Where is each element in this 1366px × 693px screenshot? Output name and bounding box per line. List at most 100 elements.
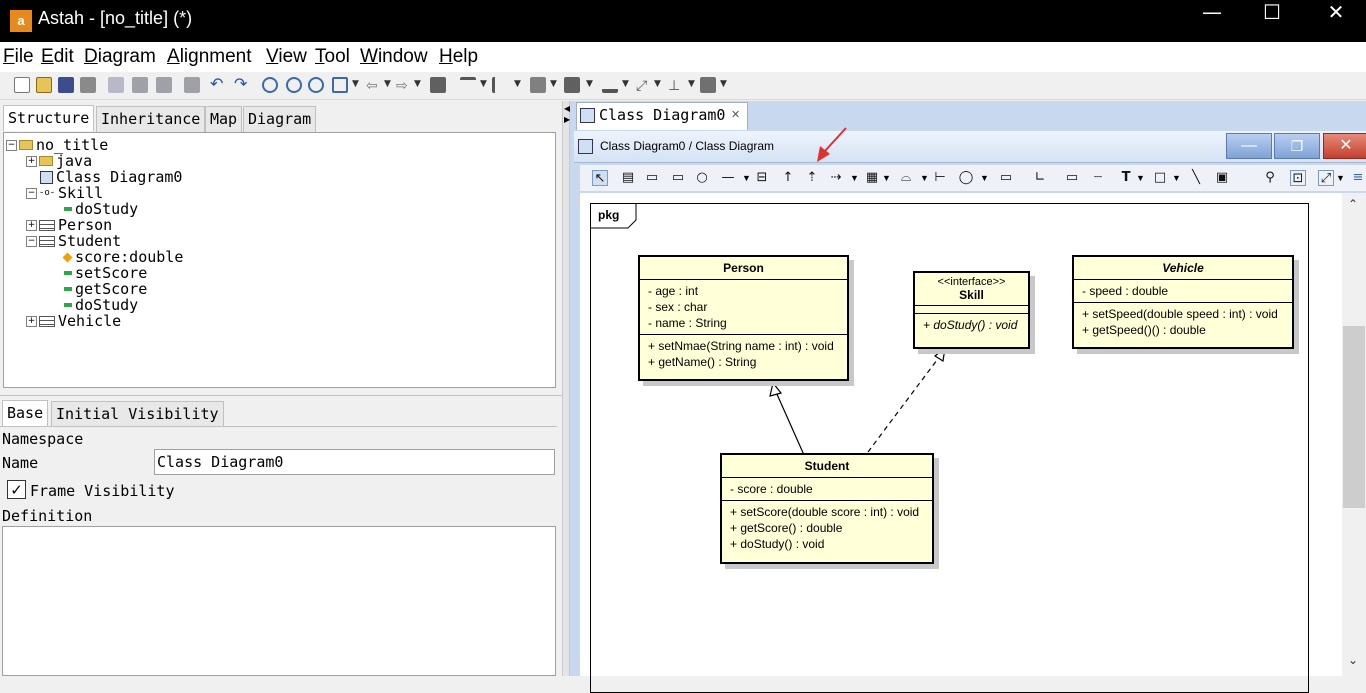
dependency-tool-icon[interactable]: ⇢ (828, 170, 844, 186)
vertical-scrollbar[interactable]: ⌃ ⌄ (1342, 193, 1366, 676)
frame-visibility-checkbox[interactable]: ✓ (7, 480, 26, 499)
snap-tool-icon[interactable]: ⊡ (1290, 170, 1306, 186)
menu-view[interactable]: View (266, 46, 307, 68)
order-icon[interactable] (530, 77, 546, 93)
note-tool-icon[interactable]: ▭ (1064, 170, 1080, 186)
maximize-button[interactable]: ☐ (1242, 0, 1302, 42)
association-class-tool-icon[interactable]: ⊟ (754, 170, 770, 186)
boundary-tool-icon[interactable]: ⊢ (932, 170, 948, 186)
tree-item-class-diagram0[interactable]: Class Diagram0 (40, 169, 182, 185)
tab-inheritance[interactable]: Inheritance (96, 106, 206, 132)
clipboard-icon[interactable] (184, 77, 200, 93)
inner-close-button[interactable]: ✕ (1323, 133, 1366, 159)
class-vehicle[interactable]: Vehicle - speed : double + setSpeed(doub… (1072, 255, 1294, 349)
diagram-canvas[interactable]: pkg Person - age : int - sex : char - na… (580, 193, 1342, 693)
collapse-icon[interactable]: − (6, 139, 17, 151)
inner-restore-button[interactable]: ❐ (1274, 133, 1320, 159)
tab-map[interactable]: Map (205, 106, 243, 132)
minimize-button[interactable]: — (1182, 0, 1242, 42)
note-line-tool-icon[interactable]: ┈ (1090, 170, 1106, 186)
class-tool-icon[interactable]: ▤ (620, 170, 636, 186)
close-tab-icon[interactable]: ✕ (731, 108, 740, 121)
print-icon[interactable] (80, 77, 96, 93)
rectangle-dropdown-icon[interactable]: ▼ (1172, 173, 1181, 183)
tab-structure[interactable]: Structure (3, 105, 95, 131)
inner-minimize-button[interactable]: — (1226, 133, 1272, 159)
collapse-icon[interactable]: − (26, 235, 37, 247)
note-anchor-tool-icon[interactable]: ∟ (1032, 170, 1048, 186)
panel-splitter[interactable]: ◀ ▶ (562, 101, 570, 676)
control-dropdown-icon[interactable]: ▼ (980, 173, 989, 183)
tree-item-vehicle[interactable]: + Vehicle (26, 313, 121, 329)
save-icon[interactable] (58, 77, 74, 93)
fit-window-icon[interactable] (332, 77, 348, 93)
line-style-icon[interactable]: ⤢ (636, 77, 652, 93)
expand-icon[interactable]: + (26, 155, 37, 167)
tab-class-diagram0[interactable]: Class Diagram0 ✕ (576, 102, 748, 130)
menu-edit[interactable]: Edit (41, 46, 74, 68)
required-interface-dropdown-icon[interactable]: ▼ (920, 173, 929, 183)
menu-tool[interactable]: Tool (315, 46, 350, 68)
package-tool-icon[interactable]: ▭ (644, 170, 660, 186)
back-dropdown-icon[interactable]: ▼ (384, 79, 391, 89)
align-top-dropdown-icon[interactable]: ▼ (480, 79, 487, 89)
select-tool-icon[interactable]: ↖ (592, 170, 608, 186)
collapse-icon[interactable]: − (26, 187, 37, 199)
grid-dropdown-icon[interactable]: ▼ (720, 79, 727, 89)
text-tool-icon[interactable]: T (1118, 170, 1134, 186)
table-dropdown-icon[interactable]: ▼ (882, 173, 891, 183)
image-tool-icon[interactable]: ▣ (1214, 170, 1230, 186)
tree-item-skill[interactable]: − -o- Skill (26, 185, 103, 201)
line-style-dropdown-icon[interactable]: ▼ (654, 79, 661, 89)
tree-item-skill-dostudy[interactable]: doStudy (64, 201, 138, 217)
interface-tool-icon[interactable]: ○ (694, 170, 710, 186)
align-left-dropdown-icon[interactable]: ▼ (514, 79, 521, 89)
interface-skill[interactable]: <<interface>> Skill + doStudy() : void (913, 271, 1030, 349)
name-field[interactable]: Class Diagram0 (154, 449, 555, 475)
layout-icon[interactable] (430, 77, 446, 93)
menu-help[interactable]: Help (439, 46, 478, 68)
line-mode-dropdown-icon[interactable]: ▼ (1336, 173, 1345, 183)
paste-special-icon[interactable] (156, 77, 172, 93)
scroll-down-icon[interactable]: ⌄ (1348, 653, 1358, 667)
table-tool-icon[interactable]: ▦ (864, 170, 880, 186)
zoom-dropdown-icon[interactable]: ▼ (352, 79, 359, 89)
grid-icon[interactable] (700, 77, 716, 93)
scroll-up-icon[interactable]: ⌃ (1348, 197, 1358, 211)
scrollbar-thumb[interactable] (1343, 326, 1365, 508)
menu-window[interactable]: Window (360, 46, 428, 68)
copy-icon[interactable] (108, 77, 124, 93)
redo-icon[interactable]: ↷ (234, 77, 250, 93)
generalization-tool-icon[interactable]: ↑ (780, 170, 796, 186)
tree-item-setscore[interactable]: setScore (64, 265, 147, 281)
text-dropdown-icon[interactable]: ▼ (1136, 173, 1145, 183)
association-dropdown-icon[interactable]: ▼ (742, 173, 751, 183)
new-file-icon[interactable] (14, 77, 30, 93)
menu-alignment[interactable]: Alignment (167, 46, 252, 68)
align-left-icon[interactable] (492, 77, 508, 93)
fill-color-dropdown-icon[interactable]: ▼ (586, 79, 593, 89)
forward-dropdown-icon[interactable]: ▼ (414, 79, 421, 89)
menu-diagram[interactable]: Diagram (84, 46, 156, 68)
paste-icon[interactable] (132, 77, 148, 93)
rectangle-tool-icon[interactable]: □ (1152, 170, 1168, 186)
undo-icon[interactable]: ↶ (210, 77, 226, 93)
back-icon[interactable]: ⇦ (366, 77, 382, 93)
tree-item-score[interactable]: score:double (62, 249, 183, 265)
expand-icon[interactable]: + (26, 315, 37, 327)
order-dropdown-icon[interactable]: ▼ (550, 79, 557, 89)
menu-file[interactable]: File (3, 46, 34, 68)
definition-textarea[interactable] (2, 526, 556, 676)
tree-item-java[interactable]: + java (26, 153, 92, 169)
forward-icon[interactable]: ⇨ (396, 77, 412, 93)
tab-diagram[interactable]: Diagram (243, 106, 317, 132)
zoom-in-icon[interactable] (286, 77, 302, 93)
subsystem-tool-icon[interactable]: ▭ (670, 170, 686, 186)
zoom-icon[interactable] (262, 77, 278, 93)
association-tool-icon[interactable]: — (720, 170, 736, 186)
more-tools-icon[interactable]: ≡ (1350, 170, 1366, 186)
line-color-icon[interactable] (602, 77, 618, 93)
realization-tool-icon[interactable]: ⇡ (804, 170, 820, 186)
tree-item-student-dostudy[interactable]: doStudy (64, 297, 138, 313)
line-tool-icon[interactable]: ╲ (1188, 170, 1204, 186)
